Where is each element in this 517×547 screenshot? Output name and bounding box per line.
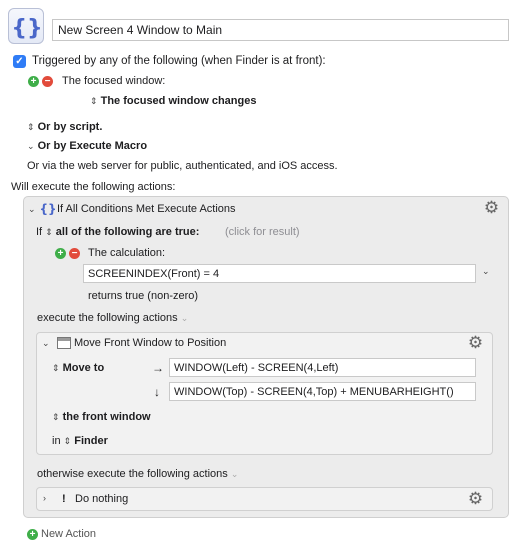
if-action-title: If All Conditions Met Execute Actions [57, 203, 236, 215]
calculation-label: The calculation: [88, 247, 166, 259]
if-action-icon: {} [39, 201, 56, 218]
macro-icon[interactable]: {} [8, 8, 44, 44]
x-position-field[interactable]: WINDOW(Left) - SCREEN(4,Left) [169, 358, 476, 377]
triggered-checkbox[interactable]: ✓ [13, 55, 26, 68]
y-position-field[interactable]: WINDOW(Top) - SCREEN(4,Top) + MENUBARHEI… [169, 382, 476, 401]
chevron-right-icon[interactable]: › [43, 493, 46, 503]
otherwise-actions-label[interactable]: otherwise execute the following actions … [37, 468, 238, 480]
remove-trigger-icon[interactable]: − [42, 76, 53, 87]
macro-name-field[interactable]: New Screen 4 Window to Main [52, 19, 509, 41]
updown-chevron-icon: ⇕ [27, 122, 35, 132]
actions-header: Will execute the following actions: [11, 181, 176, 193]
focused-window-label: The focused window: [62, 75, 166, 87]
window-icon [57, 337, 71, 349]
disclosure-chevron-icon[interactable]: ⌄ [28, 203, 36, 215]
add-icon[interactable]: + [27, 529, 38, 540]
add-trigger-icon[interactable]: + [28, 76, 39, 87]
add-condition-icon[interactable]: + [55, 248, 66, 259]
calculation-field[interactable]: SCREENINDEX(Front) = 4 [83, 264, 476, 283]
chevron-down-icon: ⌄ [230, 469, 239, 479]
move-to-popup[interactable]: ⇕ Move to [52, 362, 104, 374]
updown-chevron-icon[interactable]: ⇕ [64, 436, 72, 446]
down-arrow-icon: ↓ [154, 385, 160, 399]
curly-braces-icon: {} [11, 16, 42, 41]
updown-chevron-icon: ⇕ [90, 96, 98, 106]
window-target-popup[interactable]: ⇕ the front window [52, 411, 151, 423]
application-row: in ⇕ Finder [52, 435, 108, 447]
or-by-script-toggle[interactable]: ⇕ Or by script. [27, 121, 102, 133]
chevron-down-icon: ⌄ [180, 313, 189, 323]
svg-text:{}: {} [41, 202, 55, 215]
gear-icon[interactable]: ⚙ [467, 334, 484, 351]
trigger-header: Triggered by any of the following (when … [32, 55, 326, 67]
chevron-down-icon[interactable]: ⌄ [482, 266, 490, 277]
warning-icon: ! [62, 493, 66, 505]
if-condition-row: If ⇕ all of the following are true: [36, 226, 200, 238]
right-arrow-icon: → [152, 361, 164, 375]
new-action-button[interactable]: New Action [41, 528, 96, 540]
remove-condition-icon[interactable]: − [69, 248, 80, 259]
updown-chevron-icon: ⇕ [52, 363, 60, 373]
gear-icon[interactable]: ⚙ [467, 490, 484, 507]
curly-braces-icon: {} [39, 202, 56, 216]
updown-chevron-icon: ⇕ [52, 412, 60, 422]
move-window-title: Move Front Window to Position [74, 337, 227, 349]
svg-text:{}: {} [11, 16, 42, 41]
returns-text: returns true (non-zero) [88, 290, 199, 302]
gear-icon[interactable]: ⚙ [483, 199, 500, 216]
chevron-down-icon: ⌄ [27, 141, 35, 151]
or-by-execute-macro-toggle[interactable]: ⌄ Or by Execute Macro [27, 140, 147, 152]
disclosure-chevron-icon[interactable]: ⌄ [42, 338, 50, 349]
execute-actions-label[interactable]: execute the following actions ⌄ [37, 312, 188, 324]
application-popup[interactable]: Finder [74, 435, 108, 447]
condition-mode-popup[interactable]: all of the following are true: [56, 226, 200, 238]
do-nothing-title: Do nothing [75, 493, 129, 505]
web-server-text: Or via the web server for public, authen… [27, 160, 338, 172]
focused-window-popup[interactable]: ⇕ The focused window changes [90, 95, 256, 107]
click-for-result[interactable]: (click for result) [225, 226, 300, 238]
updown-chevron-icon[interactable]: ⇕ [45, 227, 53, 237]
